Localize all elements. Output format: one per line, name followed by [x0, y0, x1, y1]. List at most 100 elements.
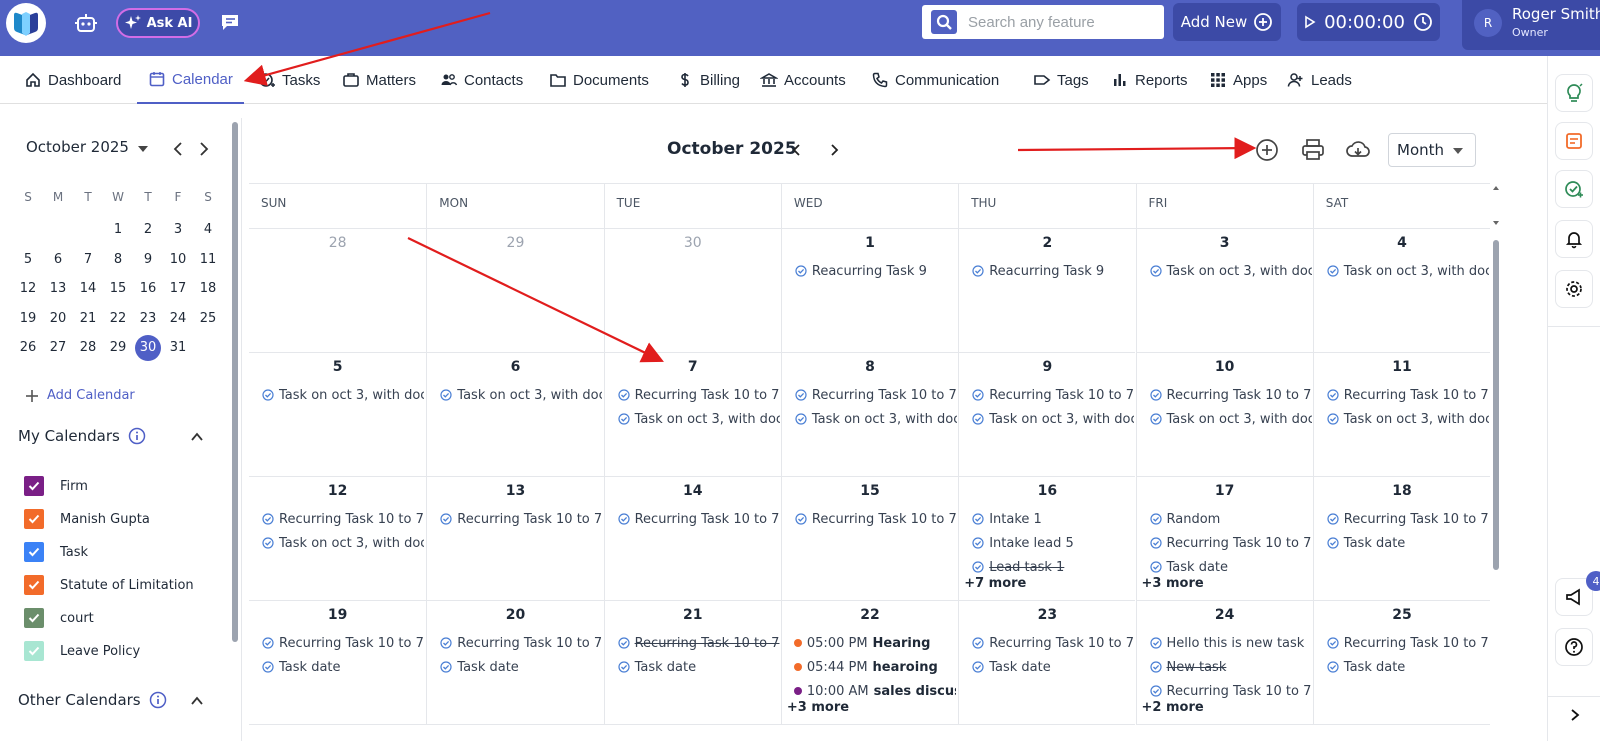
- search-input[interactable]: [968, 9, 1154, 35]
- calendar-item[interactable]: Task: [24, 542, 88, 562]
- day-cell[interactable]: 7 Recurring Task 10 to 7 Task on oct 3, wi…: [603, 353, 781, 477]
- info-icon[interactable]: [149, 691, 167, 709]
- mini-day[interactable]: 6: [45, 248, 71, 272]
- day-number[interactable]: 18: [1314, 483, 1490, 499]
- mini-day[interactable]: 17: [165, 277, 191, 301]
- calendar-task[interactable]: Hello this is new task: [1149, 633, 1312, 653]
- calendar-event[interactable]: 05:44 PM hearoing: [793, 657, 956, 677]
- calendar-checkbox[interactable]: [24, 608, 44, 628]
- day-number[interactable]: 23: [959, 607, 1135, 623]
- calendar-task[interactable]: Recurring Task 10 to 7: [617, 633, 780, 653]
- calendar-item[interactable]: Manish Gupta: [24, 509, 150, 529]
- calendar-task[interactable]: Task on oct 3, with doc: [1149, 261, 1312, 281]
- calendar-task[interactable]: Recurring Task 10 to 7: [617, 385, 780, 405]
- day-number[interactable]: 3: [1137, 235, 1313, 251]
- calendar-task[interactable]: Task date: [1149, 557, 1312, 577]
- task-check-icon[interactable]: [1555, 170, 1593, 208]
- day-cell[interactable]: 20 Recurring Task 10 to 7 Task date: [426, 601, 604, 725]
- day-cell[interactable]: 1 Reacurring Task 9: [780, 229, 959, 353]
- day-number[interactable]: 5: [249, 359, 426, 375]
- calendar-task[interactable]: Recurring Task 10 to 7: [440, 633, 602, 653]
- calendar-task[interactable]: Reacurring Task 9: [972, 261, 1134, 281]
- calendar-scrollbar[interactable]: [1493, 240, 1499, 570]
- notes-icon[interactable]: [1555, 122, 1593, 160]
- day-number[interactable]: 8: [782, 359, 958, 375]
- play-icon[interactable]: [1304, 15, 1316, 29]
- calendar-task[interactable]: Recurring Task 10 to 7: [1149, 385, 1312, 405]
- mini-day[interactable]: 1: [105, 218, 131, 242]
- mini-day[interactable]: 8: [105, 248, 131, 272]
- chevron-up-icon[interactable]: [190, 694, 204, 708]
- calendar-task[interactable]: Recurring Task 10 to 7: [1327, 509, 1489, 529]
- tab-tasks[interactable]: Tasks: [258, 56, 320, 104]
- day-number[interactable]: 22: [782, 607, 958, 623]
- day-cell[interactable]: 8 Recurring Task 10 to 7 Task on oct 3, wi…: [780, 353, 959, 477]
- mini-day[interactable]: 19: [15, 307, 41, 331]
- calendar-item[interactable]: Firm: [24, 476, 88, 496]
- calendar-task[interactable]: Task on oct 3, with doc: [795, 409, 957, 429]
- calendar-item[interactable]: Statute of Limitation: [24, 575, 194, 595]
- mini-day[interactable]: 9: [135, 248, 161, 272]
- calendar-checkbox[interactable]: [24, 476, 44, 496]
- calendar-task[interactable]: Lead task 1: [972, 557, 1134, 577]
- calendar-task[interactable]: Task date: [440, 657, 602, 677]
- day-number[interactable]: 12: [249, 483, 426, 499]
- mini-day[interactable]: 11: [195, 248, 221, 272]
- day-cell[interactable]: 28: [249, 229, 427, 353]
- day-number[interactable]: 29: [427, 235, 603, 251]
- next-month-icon[interactable]: [826, 142, 842, 158]
- day-cell[interactable]: 30: [603, 229, 781, 353]
- calendar-task[interactable]: Random: [1149, 509, 1312, 529]
- mini-day[interactable]: 14: [75, 277, 101, 301]
- day-number[interactable]: 30: [605, 235, 781, 251]
- mini-day[interactable]: 24: [165, 307, 191, 331]
- calendar-task[interactable]: Task on oct 3, with doc: [617, 409, 780, 429]
- chevron-down-icon[interactable]: [138, 146, 148, 152]
- calendar-task[interactable]: Intake lead 5: [972, 533, 1134, 553]
- app-logo[interactable]: [6, 3, 46, 43]
- day-number[interactable]: 19: [249, 607, 426, 623]
- tab-documents[interactable]: Documents: [549, 56, 649, 104]
- calendar-task[interactable]: Recurring Task 10 to 7: [1149, 681, 1312, 701]
- calendar-task[interactable]: Recurring Task 10 to 7: [440, 509, 602, 529]
- mini-day[interactable]: 26: [15, 336, 41, 360]
- calendar-task[interactable]: Task on oct 3, with doc: [1327, 409, 1489, 429]
- day-number[interactable]: 7: [605, 359, 781, 375]
- day-cell[interactable]: 2 Reacurring Task 9: [958, 229, 1136, 353]
- day-number[interactable]: 10: [1137, 359, 1313, 375]
- calendar-task[interactable]: Recurring Task 10 to 7: [795, 509, 957, 529]
- day-number[interactable]: 16: [959, 483, 1135, 499]
- prev-month-icon[interactable]: [789, 142, 805, 158]
- announcement-icon[interactable]: 4: [1555, 571, 1600, 616]
- mini-day[interactable]: 29: [105, 336, 131, 360]
- day-number[interactable]: 6: [427, 359, 603, 375]
- day-cell[interactable]: 21 Recurring Task 10 to 7 Task date: [603, 601, 781, 725]
- calendar-task[interactable]: Recurring Task 10 to 7: [617, 509, 780, 529]
- cloud-download-icon[interactable]: [1345, 137, 1371, 163]
- day-cell[interactable]: 4 Task on oct 3, with doc: [1312, 229, 1491, 353]
- mini-day[interactable]: 12: [15, 277, 41, 301]
- calendar-task[interactable]: Recurring Task 10 to 7: [1327, 385, 1489, 405]
- mini-day[interactable]: 18: [195, 277, 221, 301]
- day-number[interactable]: 14: [605, 483, 781, 499]
- mini-day[interactable]: 21: [75, 307, 101, 331]
- more-events-link[interactable]: +2 more: [1142, 700, 1204, 715]
- tab-calendar[interactable]: Calendar: [137, 56, 244, 104]
- tab-tags[interactable]: Tags: [1033, 56, 1089, 104]
- tab-billing[interactable]: Billing: [676, 56, 740, 104]
- day-number[interactable]: 11: [1314, 359, 1490, 375]
- day-cell[interactable]: 13 Recurring Task 10 to 7: [426, 477, 604, 601]
- day-cell[interactable]: 29: [426, 229, 604, 353]
- calendar-task[interactable]: Task on oct 3, with doc: [1327, 261, 1489, 281]
- day-cell[interactable]: 3 Task on oct 3, with doc: [1135, 229, 1313, 353]
- lightbulb-icon[interactable]: [1555, 74, 1593, 112]
- day-number[interactable]: 24: [1137, 607, 1313, 623]
- mini-day[interactable]: 2: [135, 218, 161, 242]
- calendar-task[interactable]: Intake 1: [972, 509, 1134, 529]
- mini-day[interactable]: 13: [45, 277, 71, 301]
- add-new-button[interactable]: Add New: [1173, 3, 1281, 41]
- more-events-link[interactable]: +7 more: [964, 576, 1026, 591]
- calendar-task[interactable]: Task date: [972, 657, 1134, 677]
- mini-day[interactable]: 20: [45, 307, 71, 331]
- calendar-task[interactable]: Task date: [617, 657, 780, 677]
